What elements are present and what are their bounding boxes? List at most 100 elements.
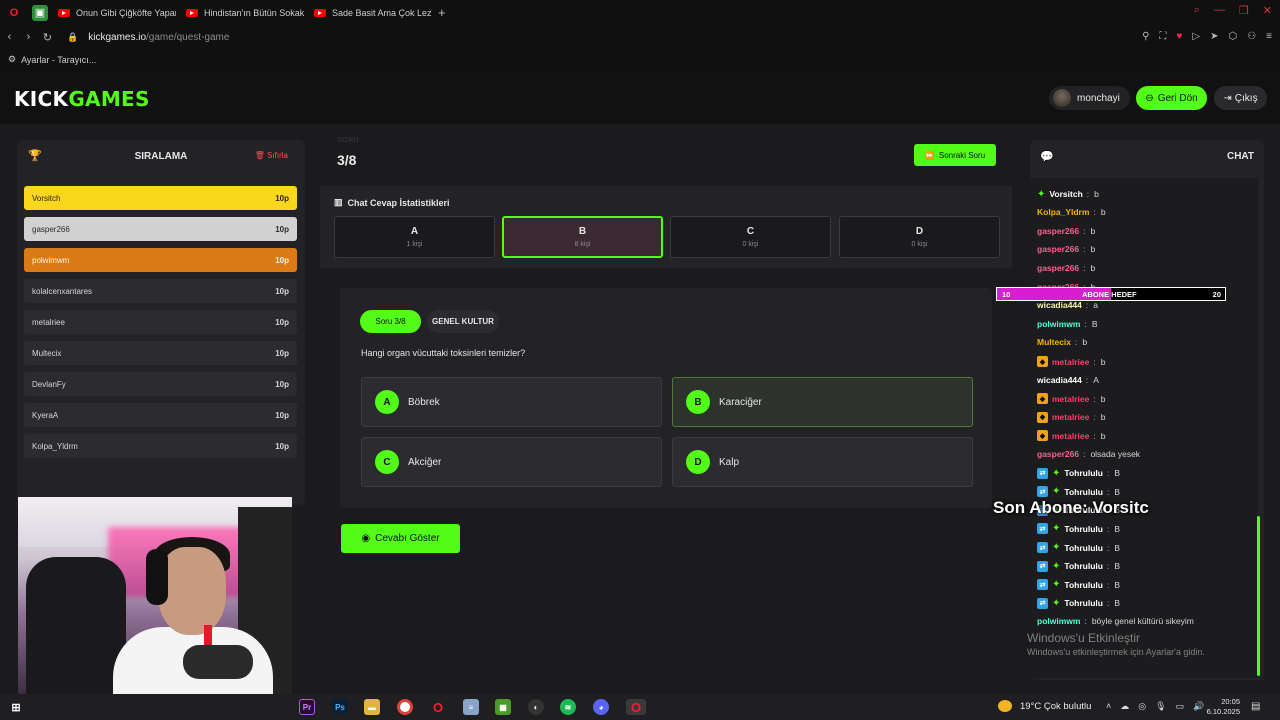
next-question-button[interactable]: ⏩ Sonraki Soru (914, 144, 996, 166)
spotify-icon[interactable]: ≋ (560, 699, 576, 715)
webcam-feed (18, 497, 292, 695)
workspace-icon[interactable]: ▣ (32, 4, 48, 21)
show-answer-button[interactable]: ◉ Cevabı Göster (341, 524, 460, 553)
chat-username[interactable]: Tohrululu (1064, 524, 1103, 534)
weather-widget[interactable]: 19°C Çok bulutlu (998, 700, 1091, 712)
clock[interactable]: 20:05 6.10.2025 (1204, 697, 1240, 717)
pin-icon[interactable]: ⚲ (1142, 31, 1149, 42)
volume-icon[interactable]: 🔊 (1193, 701, 1204, 712)
shield-icon[interactable]: ♥ (1176, 31, 1182, 42)
chat-separator: : (1093, 430, 1096, 441)
star-badge-icon: ✦ (1052, 597, 1061, 609)
arrow-left-icon: ⊖ (1145, 92, 1154, 104)
browser-tab[interactable]: Sade Basit Ama Çok Lezz (304, 0, 432, 25)
kickgames-logo[interactable]: KICKGAMES (14, 87, 150, 111)
chat-username[interactable]: Tohrululu (1064, 598, 1103, 608)
notification-icon[interactable]: ▤ (1251, 701, 1260, 712)
back-button[interactable]: ⊖ Geri Dön (1136, 86, 1207, 110)
player-icon[interactable]: ▷ (1192, 31, 1200, 42)
minecraft-icon[interactable]: ▦ (495, 699, 511, 715)
address-bar-icons: ⚲ ⛶ ♥ ▷ ➤ ⬡ ⚇ ≡ (1142, 31, 1272, 42)
record-icon[interactable]: ◎ (1138, 701, 1146, 712)
search-icon[interactable]: ⌕ (1194, 4, 1200, 17)
chat-username[interactable]: metalriee (1052, 431, 1089, 441)
option-c[interactable]: C Akciğer (361, 437, 662, 487)
menu-icon[interactable]: ≡ (1266, 31, 1272, 42)
chat-username[interactable]: Tohrululu (1064, 580, 1103, 590)
youtube-icon (186, 8, 198, 17)
stat-box-a: A1 kişi (334, 216, 495, 258)
bookmark-settings[interactable]: Ayarlar - Tarayıcı... (21, 55, 96, 65)
chat-username[interactable]: polwimwm (1037, 319, 1080, 329)
chat-username[interactable]: gasper266 (1037, 263, 1079, 273)
user-profile[interactable]: monchayi (1049, 86, 1130, 110)
opera-gx-icon[interactable]: O (626, 699, 646, 715)
premiere-icon[interactable]: Pr (299, 699, 315, 715)
browser-tab-bar: O ▣ Onun Gibi Çiğköfte Yapan Hindistan'ı… (0, 0, 1280, 25)
opera-icon[interactable]: O (430, 699, 446, 715)
new-tab-button[interactable]: + (432, 5, 452, 20)
chat-username[interactable]: metalriee (1052, 412, 1089, 422)
notepad-icon[interactable]: ≡ (463, 699, 479, 715)
reload-icon[interactable]: ↻ (38, 31, 57, 44)
url-field[interactable]: kickgames.io/game/quest-game (88, 32, 229, 43)
option-b[interactable]: B Karaciğer (672, 377, 973, 427)
network-icon[interactable]: ▭ (1176, 701, 1185, 712)
chat-username[interactable]: Tohrululu (1064, 561, 1103, 571)
option-d[interactable]: D Kalp (672, 437, 973, 487)
chat-username[interactable]: gasper266 (1037, 244, 1079, 254)
chat-username[interactable]: Vorsitch (1049, 189, 1082, 199)
back-icon[interactable]: ‹ (0, 31, 19, 43)
leaderboard-title: SIRALAMA (134, 150, 188, 162)
browser-tab[interactable]: Onun Gibi Çiğköfte Yapan (48, 0, 176, 25)
extensions-icon[interactable]: ⬡ (1228, 31, 1237, 42)
leaderboard-row: polwimwm 10p (24, 248, 297, 272)
discord-icon[interactable]: ◕ (593, 699, 609, 715)
tab-label: Sade Basit Ama Çok Lezz (332, 7, 432, 18)
chat-username[interactable]: Kolpa_Yldrm (1037, 207, 1089, 217)
chat-separator: : (1093, 356, 1096, 367)
logout-button[interactable]: ⇥ Çıkış (1214, 86, 1267, 110)
chevron-up-icon[interactable]: ˄ (1106, 701, 1111, 712)
chat-username[interactable]: metalriee (1052, 357, 1089, 367)
mic-icon[interactable]: 🎙 (1155, 701, 1166, 712)
chat-username[interactable]: gasper266 (1037, 226, 1079, 236)
address-bar: ‹ › ↻ 🔒 kickgames.io/game/quest-game ⚲ ⛶… (0, 25, 1280, 49)
send-icon[interactable]: ➤ (1210, 31, 1218, 42)
maximize-icon[interactable]: ❐ (1239, 4, 1249, 17)
gift-badge-icon: ⇄ (1037, 597, 1048, 609)
chat-text: B (1114, 523, 1120, 534)
lock-icon[interactable]: 🔒 (67, 32, 78, 43)
cloud-icon[interactable]: ☁ (1120, 701, 1129, 712)
opera-logo-icon[interactable]: O (6, 5, 22, 21)
username: monchayi (1077, 92, 1120, 104)
chat-username[interactable]: Tohrululu (1064, 468, 1103, 478)
photoshop-icon[interactable]: Ps (332, 699, 348, 715)
windows-start-icon[interactable]: ⊞ (8, 699, 24, 715)
file-explorer-icon[interactable]: ▬ (364, 699, 380, 715)
minimize-icon[interactable]: — (1214, 4, 1225, 17)
chat-message: polwimwm: B (1037, 319, 1098, 329)
forward-icon[interactable]: › (19, 31, 38, 43)
chat-username[interactable]: Tohrululu (1064, 543, 1103, 553)
option-a[interactable]: A Böbrek (361, 377, 662, 427)
snapshot-icon[interactable]: ⛶ (1159, 31, 1166, 42)
chat-username[interactable]: kolalcenxantares (1037, 178, 1106, 180)
chat-messages[interactable]: kolalcenxantares:b✦Vorsitch:bKolpa_Yldrm… (1030, 178, 1258, 678)
chat-scrollbar[interactable] (1257, 516, 1260, 676)
obs-icon[interactable]: ◐ (528, 699, 544, 715)
chat-separator: : (1075, 337, 1078, 348)
chat-username[interactable]: polwimwm (1037, 616, 1080, 626)
eye-icon: ◉ (361, 533, 371, 544)
profile-icon[interactable]: ⚇ (1247, 31, 1256, 42)
chat-username[interactable]: Tohrululu (1064, 487, 1103, 497)
chat-username[interactable]: Multecix (1037, 337, 1071, 347)
chat-username[interactable]: wicadia444 (1037, 300, 1082, 310)
chat-username[interactable]: gasper266 (1037, 449, 1079, 459)
chat-username[interactable]: wicadia444 (1037, 375, 1082, 385)
chat-username[interactable]: metalriee (1052, 394, 1089, 404)
close-icon[interactable]: ✕ (1263, 4, 1272, 17)
reset-button[interactable]: 🗑 Sıfırla (255, 151, 288, 160)
browser-tab[interactable]: Hindistan'ın Bütün Sokak (176, 0, 304, 25)
chrome-icon[interactable] (397, 699, 413, 715)
